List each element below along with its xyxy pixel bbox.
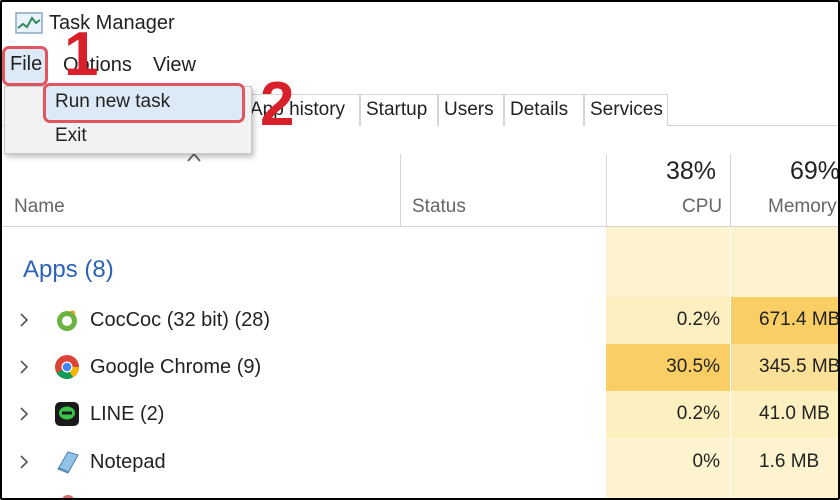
memory-cell: 345.5 MB — [731, 344, 840, 391]
cpu-value: 0.2% — [676, 309, 720, 330]
column-name[interactable]: Name — [14, 196, 65, 218]
process-name: LINE (2) — [90, 403, 165, 425]
process-name: Google Chrome (9) — [90, 356, 262, 378]
tab-services[interactable]: Services — [584, 94, 668, 126]
memory-value: 41.0 MB — [759, 403, 830, 424]
tab-startup[interactable]: Startup — [360, 94, 438, 126]
menu-bar: File Options View — [2, 46, 838, 86]
task-manager-window: Task Manager File Options View App histo… — [0, 0, 840, 500]
memory-value: 1.6 MB — [759, 451, 820, 472]
table-row[interactable]: Notepad 0% 1.6 MB — [2, 439, 838, 486]
table-row[interactable]: LINE (2) 0.2% 41.0 MB — [2, 391, 838, 438]
memory-cell: 1.6 MB — [731, 439, 838, 486]
chevron-right-icon[interactable] — [18, 358, 30, 376]
tab-app-history[interactable]: App history — [234, 94, 360, 126]
process-name: CocCoc (32 bit) (28) — [90, 309, 271, 331]
menu-file[interactable]: File — [2, 46, 48, 86]
tab-details[interactable]: Details — [504, 94, 584, 126]
next-row-icon-partial — [62, 495, 74, 498]
line-icon — [55, 402, 79, 426]
cpu-value: 0% — [692, 451, 720, 472]
chevron-right-icon[interactable] — [18, 405, 30, 423]
exit-item[interactable]: Exit — [55, 125, 87, 147]
apps-group-header: Apps (8) — [23, 256, 114, 283]
cpu-cell: 30.5% — [606, 344, 730, 391]
cpu-cell: 0.2% — [606, 391, 730, 438]
memory-value: 671.4 MB — [759, 309, 840, 330]
column-memory[interactable]: Memory — [768, 196, 837, 218]
cpu-value: 0.2% — [676, 403, 720, 424]
cpu-cell: 0% — [606, 439, 730, 486]
menu-view[interactable]: View — [153, 54, 196, 77]
column-separator — [606, 154, 607, 226]
column-separator — [730, 154, 731, 226]
menu-file-label: File — [10, 53, 43, 75]
coccoc-icon — [57, 310, 77, 331]
memory-cell: 41.0 MB — [731, 391, 838, 438]
task-manager-icon — [15, 12, 43, 34]
file-menu-dropdown: Run new task Exit — [4, 83, 252, 154]
step-number-2: 2 — [260, 70, 295, 139]
cpu-value: 30.5% — [666, 356, 720, 377]
cpu-total-percent: 38% — [666, 157, 717, 185]
table-row[interactable]: CocCoc (32 bit) (28) 0.2% 671.4 MB — [2, 297, 838, 344]
column-separator — [400, 154, 401, 226]
column-status[interactable]: Status — [412, 196, 466, 218]
process-name: Notepad — [90, 451, 166, 473]
title-bar: Task Manager — [2, 2, 838, 44]
tab-users[interactable]: Users — [438, 94, 504, 126]
memory-cell: 671.4 MB — [731, 297, 840, 344]
column-cpu[interactable]: CPU — [682, 196, 722, 218]
notepad-icon — [57, 451, 79, 474]
step-number-1: 1 — [64, 20, 99, 89]
chrome-icon — [55, 355, 79, 380]
memory-value: 345.5 MB — [759, 356, 840, 377]
cpu-cell: 0.2% — [606, 297, 730, 344]
chevron-right-icon[interactable] — [18, 311, 30, 329]
run-new-task-label[interactable]: Run new task — [55, 91, 170, 113]
table-row[interactable]: Google Chrome (9) 30.5% 345.5 MB — [2, 344, 838, 391]
chevron-right-icon[interactable] — [18, 453, 30, 471]
memory-total-percent: 69% — [790, 157, 840, 185]
